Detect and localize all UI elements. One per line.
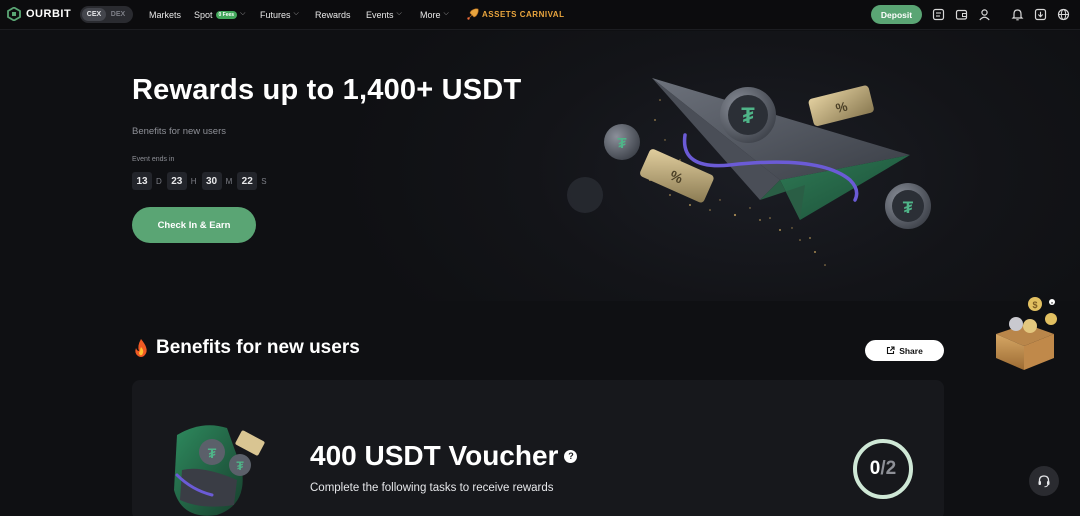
share-label: Share: [899, 345, 923, 356]
svg-text:₮: ₮: [903, 198, 914, 217]
share-button[interactable]: Share: [865, 340, 944, 361]
countdown-hours-unit: H: [190, 176, 197, 186]
tab-dex[interactable]: DEX: [106, 8, 130, 21]
progress-total: /2: [880, 458, 897, 479]
hero-illustration: ₮ ₮ ₮ % %: [567, 78, 931, 266]
voucher-subtitle: Complete the following tasks to receive …: [310, 482, 554, 494]
countdown-days: 13: [132, 172, 152, 190]
svg-text:₮: ₮: [617, 135, 626, 152]
logo[interactable]: OURBIT: [7, 7, 71, 21]
chevron-down-icon: ⌵: [396, 10, 402, 17]
countdown-minutes: 30: [201, 172, 222, 190]
rocket-icon: [467, 8, 479, 20]
menu-markets-label: Markets: [149, 10, 182, 20]
svg-text:₮: ₮: [236, 459, 244, 473]
fire-icon: [135, 339, 147, 357]
user-icon[interactable]: [978, 8, 991, 21]
tab-cex[interactable]: CEX: [82, 8, 106, 21]
exchange-mode-toggle[interactable]: CEX DEX: [80, 6, 133, 23]
countdown-seconds-unit: S: [261, 176, 267, 186]
logo-icon: [7, 7, 21, 21]
top-nav: OURBIT CEX DEX Markets Spot 0 Fees ⌵ Fut…: [0, 0, 1080, 30]
voucher-title: 400 USDT Voucher ?: [310, 440, 578, 472]
menu-more-label: More: [420, 10, 441, 20]
logo-text: OURBIT: [26, 8, 72, 20]
progress-done: 0: [869, 458, 881, 479]
chevron-down-icon: ⌵: [240, 10, 246, 17]
assets-carnival-link[interactable]: ASSETS CARNIVAL: [467, 8, 564, 20]
menu-futures-label: Futures: [260, 10, 291, 20]
globe-icon[interactable]: [1057, 8, 1070, 21]
voucher-title-text: 400 USDT Voucher: [310, 440, 559, 471]
treasure-box-icon[interactable]: $ ×: [990, 296, 1058, 372]
bell-icon[interactable]: [1011, 8, 1024, 21]
countdown-minutes-unit: M: [225, 176, 233, 186]
countdown-seconds: 22: [237, 172, 258, 190]
countdown-days-unit: D: [156, 176, 162, 186]
svg-text:$: $: [1032, 300, 1037, 310]
svg-text:₮: ₮: [208, 445, 217, 461]
carnival-label: ASSETS CARNIVAL: [482, 9, 565, 19]
headset-icon: [1038, 475, 1050, 488]
menu-rewards-label: Rewards: [315, 10, 351, 20]
check-in-earn-button[interactable]: Check In & Earn: [132, 207, 256, 243]
download-icon[interactable]: [1034, 8, 1047, 21]
menu-markets[interactable]: Markets: [149, 0, 181, 30]
menu-rewards[interactable]: Rewards: [315, 0, 351, 30]
countdown-hours: 23: [166, 172, 187, 190]
support-chat-button[interactable]: [1029, 466, 1059, 496]
menu-spot-label: Spot: [194, 10, 213, 20]
voucher-card: ₮ ₮ 400 USDT Voucher ? Complete the foll…: [132, 380, 944, 516]
help-icon[interactable]: ?: [564, 449, 578, 463]
countdown-timer: 13 D 23 H 30 M 22 S: [132, 172, 268, 190]
menu-more[interactable]: More ⌵: [420, 0, 449, 30]
hero-title: Rewards up to 1,400+ USDT: [132, 74, 522, 106]
progress-text: 0/2: [851, 437, 915, 501]
chevron-down-icon: ⌵: [293, 10, 299, 17]
orders-icon[interactable]: [932, 8, 945, 21]
share-icon: [887, 346, 895, 355]
hero-subtitle: Benefits for new users: [132, 126, 226, 137]
voucher-illustration: ₮ ₮: [174, 425, 265, 516]
deposit-button[interactable]: Deposit: [871, 5, 922, 24]
zero-fee-badge: 0 Fees: [215, 11, 238, 19]
event-ends-label: Event ends in: [132, 156, 175, 163]
menu-events[interactable]: Events ⌵: [366, 0, 402, 30]
menu-futures[interactable]: Futures ⌵: [260, 0, 299, 30]
chevron-down-icon: ⌵: [443, 10, 449, 17]
task-progress-ring: 0/2: [851, 437, 915, 501]
menu-events-label: Events: [366, 10, 394, 20]
benefits-section-title: Benefits for new users: [132, 337, 360, 359]
wallet-icon[interactable]: [955, 8, 968, 21]
svg-text:₮: ₮: [741, 103, 755, 128]
menu-spot[interactable]: Spot 0 Fees ⌵: [194, 0, 245, 30]
benefits-title-text: Benefits for new users: [156, 337, 360, 358]
